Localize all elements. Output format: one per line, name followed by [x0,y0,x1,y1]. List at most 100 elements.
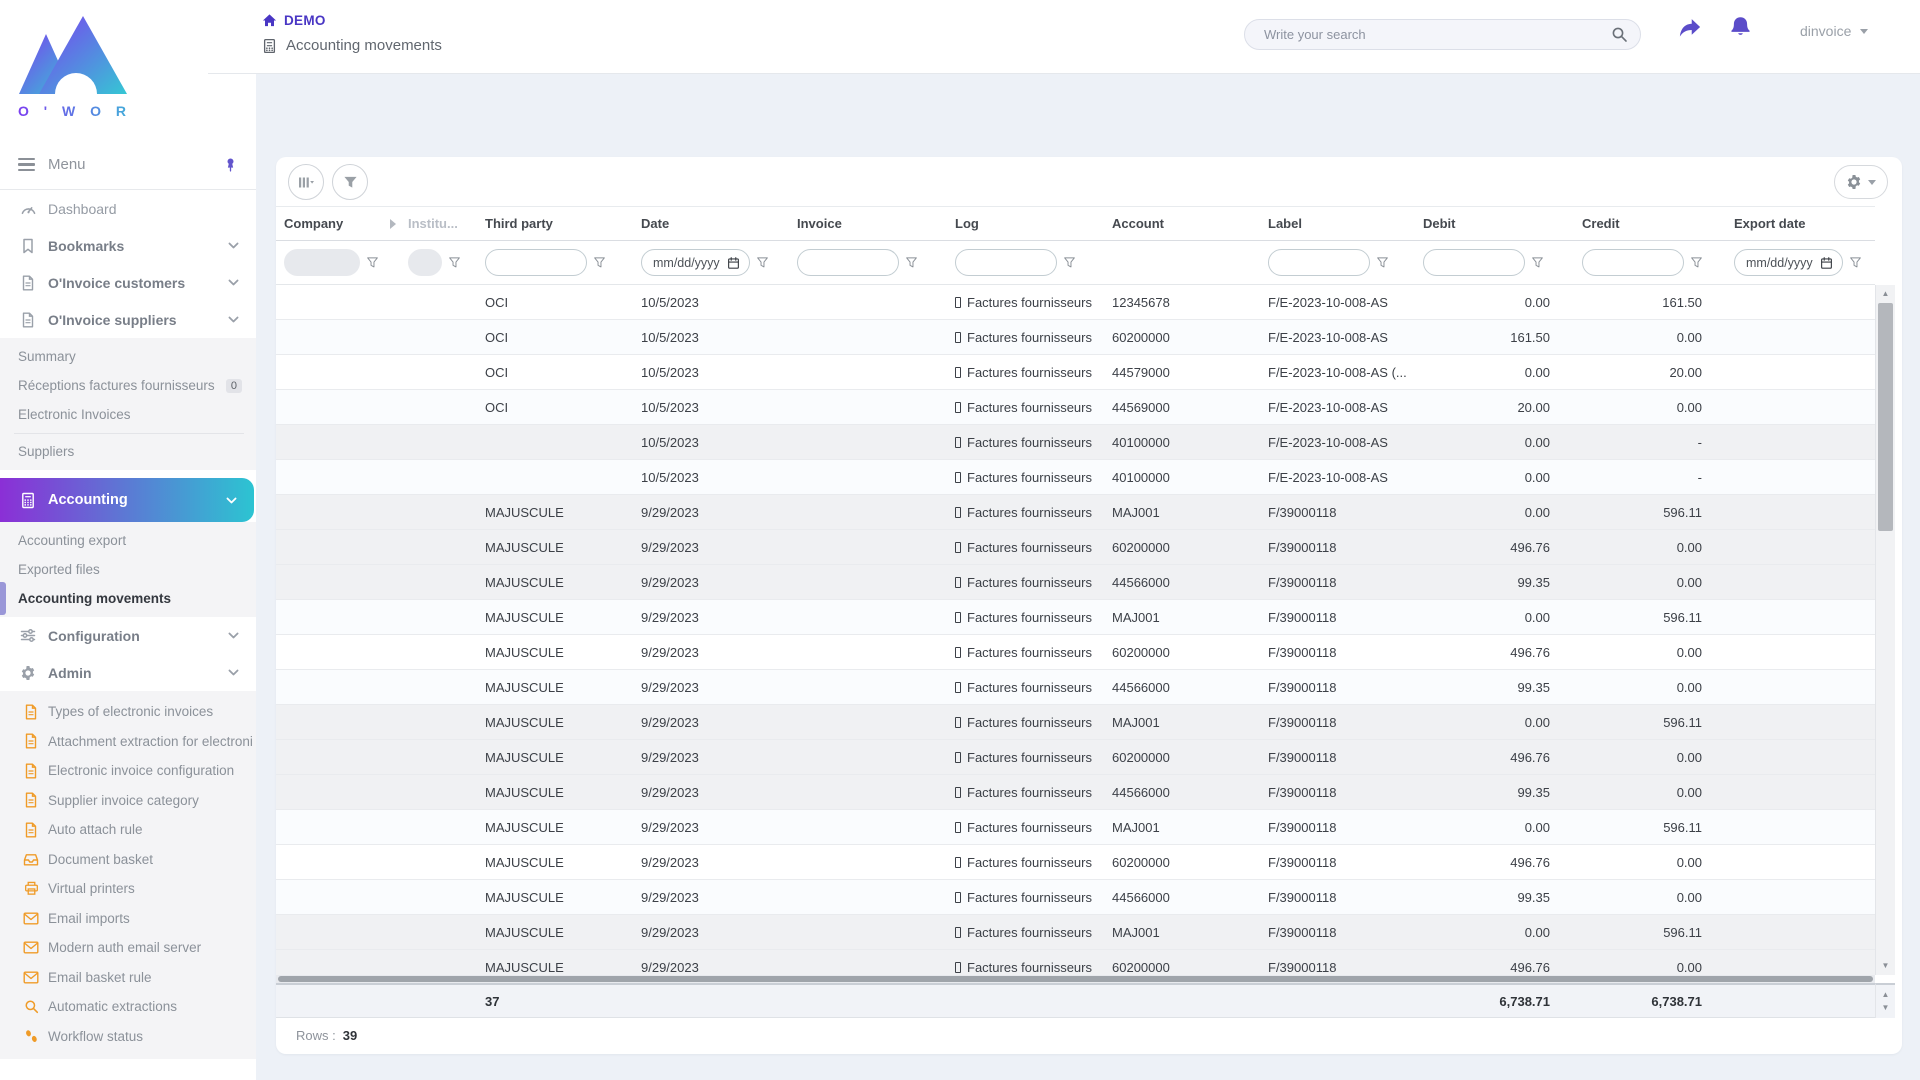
table-row[interactable]: MAJUSCULE 9/29/2023 Factures fournisseurs 6… [276,845,1875,880]
filter-input-label[interactable] [1268,249,1370,276]
sidebar-item-types-of-electronic-invoices[interactable]: Types of electronic invoices [0,697,256,727]
filter-date-input-date[interactable]: mm/dd/yyyy [641,249,750,276]
funnel-icon[interactable] [905,256,918,269]
cell-credit: 596.11 [1663,819,1702,835]
scrollbar-thumb[interactable] [278,976,1873,982]
filter-input-third-party[interactable] [485,249,587,276]
search-icon[interactable] [1611,26,1628,43]
sidebar-item-workflow-status[interactable]: Workflow status [0,1022,256,1052]
scroll-down-icon[interactable]: ▼ [1876,959,1895,973]
sidebar-item-summary[interactable]: Summary [0,342,256,371]
column-header-account[interactable]: Account [1104,216,1260,231]
scroll-down-icon[interactable]: ▼ [1876,1001,1895,1015]
funnel-icon[interactable] [756,256,769,269]
table-row[interactable]: 10/5/2023 Factures fournisseurs 40100000 F/… [276,425,1875,460]
vertical-scrollbar[interactable]: ▲ ▼ [1875,285,1895,975]
columns-button[interactable] [288,164,324,200]
column-header-company[interactable]: Company [276,216,400,231]
table-row[interactable]: MAJUSCULE 9/29/2023 Factures fournisseurs 6… [276,530,1875,565]
filter-input-credit[interactable] [1582,249,1684,276]
filter-input-debit[interactable] [1423,249,1525,276]
sidebar-item-bookmarks[interactable]: Bookmarks [0,227,256,264]
sidebar-item-modern-auth-email-server[interactable]: Modern auth email server [0,933,256,963]
table-row[interactable]: MAJUSCULE 9/29/2023 Factures fournisseurs 6… [276,635,1875,670]
table-row[interactable]: OCI 10/5/2023 Factures fournisseurs 4456900… [276,390,1875,425]
sidebar-item-supplier-invoice-category[interactable]: Supplier invoice category [0,786,256,816]
sidebar-item-admin[interactable]: Admin [0,654,256,691]
sidebar-item-attachment-extraction-for-electroni[interactable]: Attachment extraction for electroni [0,727,256,757]
sidebar-item-email-basket-rule[interactable]: Email basket rule [0,963,256,993]
filter-input-log[interactable] [955,249,1057,276]
table-row[interactable]: OCI 10/5/2023 Factures fournisseurs 1234567… [276,285,1875,320]
sidebar-item-o-invoice-suppliers[interactable]: O'Invoice suppliers [0,301,256,338]
table-row[interactable]: MAJUSCULE 9/29/2023 Factures fournisseurs 6… [276,740,1875,775]
table-row[interactable]: MAJUSCULE 9/29/2023 Factures fournisseurs M… [276,495,1875,530]
funnel-icon[interactable] [448,256,461,269]
share-icon[interactable] [1677,17,1703,41]
scroll-up-icon[interactable]: ▲ [1876,287,1895,301]
column-header-debit[interactable]: Debit [1415,216,1574,231]
table-row[interactable]: MAJUSCULE 9/29/2023 Factures fournisseurs 4… [276,670,1875,705]
funnel-icon[interactable] [593,256,606,269]
column-header-institution[interactable]: Institu... [400,216,477,231]
sidebar-item-label: O'Invoice suppliers [48,311,177,328]
table-row[interactable]: MAJUSCULE 9/29/2023 Factures fournisseurs M… [276,915,1875,950]
funnel-icon[interactable] [1063,256,1076,269]
funnel-icon[interactable] [1376,256,1389,269]
hamburger-icon[interactable] [18,157,35,172]
table-settings-button[interactable] [1834,165,1888,199]
funnel-icon[interactable] [1690,256,1703,269]
search-input[interactable] [1262,26,1611,43]
column-header-invoice[interactable]: Invoice [789,216,947,231]
breadcrumb[interactable]: DEMO [262,13,326,28]
sidebar-item-accounting-export[interactable]: Accounting export [0,526,256,555]
scrollbar-thumb[interactable] [1878,303,1893,531]
sidebar-item-accounting-movements[interactable]: Accounting movements [0,582,256,615]
column-header-date[interactable]: Date [633,216,789,231]
table-row[interactable]: MAJUSCULE 9/29/2023 Factures fournisseurs 4… [276,880,1875,915]
column-header-log[interactable]: Log [947,216,1104,231]
bell-icon[interactable] [1729,15,1752,40]
sidebar-item-document-basket[interactable]: Document basket [0,845,256,875]
sidebar-item-accounting[interactable]: Accounting [0,478,254,522]
sidebar-item-email-imports[interactable]: Email imports [0,904,256,934]
funnel-icon[interactable] [366,256,379,269]
table-row[interactable]: MAJUSCULE 9/29/2023 Factures fournisseurs 4… [276,775,1875,810]
filter-input-invoice[interactable] [797,249,899,276]
table-row[interactable]: 10/5/2023 Factures fournisseurs 40100000 F/… [276,460,1875,495]
sidebar-item-auto-attach-rule[interactable]: Auto attach rule [0,815,256,845]
sidebar-item-dashboard[interactable]: Dashboard [0,190,256,227]
column-header-credit[interactable]: Credit [1574,216,1726,231]
sidebar-item-configuration[interactable]: Configuration [0,617,256,654]
funnel-icon[interactable] [1849,256,1862,269]
sidebar-item-suppliers[interactable]: Suppliers [0,437,256,466]
sidebar-item-exported-files[interactable]: Exported files [0,555,256,584]
cell-account: 44566000 [1112,574,1170,590]
filter-button[interactable] [332,164,368,200]
sidebar-item-electronic-invoice-configuration[interactable]: Electronic invoice configuration [0,756,256,786]
sidebar-item-electronic-invoices[interactable]: Electronic Invoices [0,400,256,429]
logo[interactable]: O ' W O R K [16,8,138,126]
pin-icon[interactable] [223,157,238,173]
table-row[interactable]: OCI 10/5/2023 Factures fournisseurs 4457900… [276,355,1875,390]
cell-debit: 496.76 [1510,644,1550,660]
scroll-up-icon[interactable]: ▲ [1876,988,1895,1002]
sidebar-item-virtual-printers[interactable]: Virtual printers [0,874,256,904]
sidebar-item-o-invoice-customers[interactable]: O'Invoice customers [0,264,256,301]
horizontal-scrollbar[interactable] [276,975,1875,983]
table-row[interactable]: MAJUSCULE 9/29/2023 Factures fournisseurs 4… [276,565,1875,600]
table-row[interactable]: MAJUSCULE 9/29/2023 Factures fournisseurs 6… [276,950,1875,975]
column-header-label[interactable]: Label [1260,216,1415,231]
column-header-export-date[interactable]: Export date [1726,216,1868,231]
table-row[interactable]: OCI 10/5/2023 Factures fournisseurs 6020000… [276,320,1875,355]
sidebar-item-automatic-extractions[interactable]: Automatic extractions [0,992,256,1022]
table-row[interactable]: MAJUSCULE 9/29/2023 Factures fournisseurs M… [276,810,1875,845]
table-row[interactable]: MAJUSCULE 9/29/2023 Factures fournisseurs M… [276,600,1875,635]
filter-date-input-export-date[interactable]: mm/dd/yyyy [1734,249,1843,276]
cell-log: Factures fournisseurs [947,540,1104,555]
sidebar-item-r-ceptions-factures-fournisseurs[interactable]: Réceptions factures fournisseurs 0 [0,371,256,400]
funnel-icon[interactable] [1531,256,1544,269]
column-header-third-party[interactable]: Third party [477,216,633,231]
user-menu[interactable]: dinvoice [1800,23,1869,39]
table-row[interactable]: MAJUSCULE 9/29/2023 Factures fournisseurs M… [276,705,1875,740]
